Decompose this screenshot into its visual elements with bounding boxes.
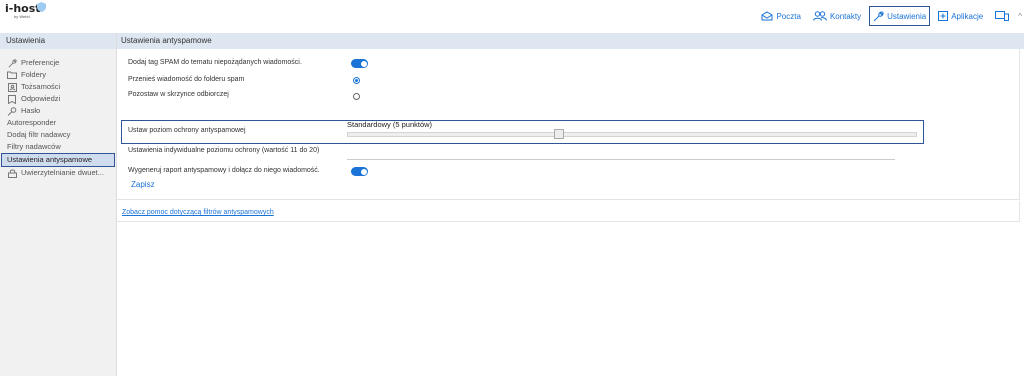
nav-settings-label: Ustawienia bbox=[887, 11, 927, 21]
mail-icon bbox=[761, 11, 773, 21]
sidebar-item-responses[interactable]: Odpowiedzi bbox=[0, 93, 116, 105]
sidebar-title: Ustawienia bbox=[0, 33, 116, 49]
note-icon bbox=[7, 94, 17, 104]
sidebar-list: Preferencje Foldery Tożsamości Odpowiedz… bbox=[0, 57, 116, 179]
help-section: Zobacz pomoc dotyczącą filtrów antyspamo… bbox=[117, 201, 1020, 222]
id-card-icon bbox=[7, 82, 17, 92]
sidebar-item-label: Filtry nadawców bbox=[7, 142, 61, 151]
page-title: Ustawienia antyspamowe bbox=[117, 33, 1024, 49]
nav-devices[interactable] bbox=[991, 7, 1016, 25]
sidebar-item-label: Preferencje bbox=[21, 58, 60, 67]
nav-contacts[interactable]: Kontakty bbox=[809, 7, 865, 25]
chevron-up-icon[interactable]: ^ bbox=[1016, 7, 1024, 25]
settings-sidebar: Ustawienia Preferencje Foldery Tożsamośc… bbox=[0, 33, 117, 376]
wrench-icon bbox=[873, 10, 884, 21]
plus-box-icon bbox=[938, 11, 949, 21]
protection-level-label: Ustaw poziom ochrony antyspamowej bbox=[128, 127, 246, 134]
logo-text: i-host bbox=[5, 2, 41, 15]
folder-icon bbox=[7, 70, 17, 80]
sidebar-item-label: Ustawienia antyspamowe bbox=[7, 155, 93, 164]
sidebar-item-label: Autoresponder bbox=[7, 118, 57, 127]
protection-level-slider-thumb[interactable] bbox=[554, 129, 565, 139]
logo[interactable]: i-host by Webd bbox=[5, 2, 46, 19]
spam-tag-label: Dodaj tag SPAM do tematu niepożądanych w… bbox=[128, 59, 302, 66]
shield-logo-icon bbox=[37, 2, 46, 12]
sidebar-item-sender-filters[interactable]: Filtry nadawców bbox=[0, 141, 116, 153]
individual-level-input[interactable] bbox=[347, 159, 895, 160]
individual-level-label: Ustawienia indywidualne poziomu ochrony … bbox=[128, 147, 320, 154]
key-icon bbox=[7, 106, 17, 116]
nav-settings[interactable]: Ustawienia bbox=[869, 6, 931, 26]
generate-report-toggle[interactable] bbox=[351, 167, 368, 176]
protection-level-slider[interactable] bbox=[347, 132, 917, 137]
wrench-icon bbox=[7, 58, 17, 68]
sidebar-item-folders[interactable]: Foldery bbox=[0, 69, 116, 81]
save-button[interactable]: Zapisz bbox=[131, 180, 155, 189]
nav-mail[interactable]: Poczta bbox=[757, 7, 804, 25]
sidebar-item-label: Hasło bbox=[21, 106, 41, 115]
sidebar-item-preferences[interactable]: Preferencje bbox=[0, 57, 116, 69]
contacts-icon bbox=[812, 11, 827, 21]
nav-contacts-label: Kontakty bbox=[829, 11, 862, 21]
sidebar-item-add-sender-filter[interactable]: Dodaj filtr nadawcy bbox=[0, 129, 116, 141]
devices-icon bbox=[995, 11, 1010, 21]
sidebar-item-identities[interactable]: Tożsamości bbox=[0, 81, 116, 93]
nav-apps[interactable]: Aplikacje bbox=[934, 7, 987, 25]
antispam-settings-panel: Dodaj tag SPAM do tematu niepożądanych w… bbox=[117, 49, 1020, 200]
sidebar-item-label: Foldery bbox=[21, 70, 47, 79]
sidebar-item-label: Odpowiedzi bbox=[21, 94, 61, 103]
lock-icon bbox=[7, 168, 17, 178]
sidebar-item-label: Tożsamości bbox=[21, 82, 61, 91]
sidebar-item-antispam-settings[interactable]: Ustawienia antyspamowe bbox=[1, 153, 115, 167]
sidebar-item-password[interactable]: Hasło bbox=[0, 105, 116, 117]
protection-level-value: Standardowy (5 punktów) bbox=[347, 120, 433, 129]
main-content: Ustawienia antyspamowe Dodaj tag SPAM do… bbox=[117, 33, 1024, 376]
top-navigation: Poczta Kontakty Ustawienia Aplikacje ^ bbox=[753, 6, 1024, 26]
sidebar-item-autoresponder[interactable]: Autoresponder bbox=[0, 117, 116, 129]
spam-tag-toggle[interactable] bbox=[351, 59, 368, 68]
nav-apps-label: Aplikacje bbox=[951, 11, 984, 21]
top-bar: i-host by Webd Poczta Kontakty Ustawieni… bbox=[0, 0, 1024, 33]
help-link[interactable]: Zobacz pomoc dotyczącą filtrów antyspamo… bbox=[122, 209, 274, 216]
move-to-spam-label: Przenieś wiadomość do folderu spam bbox=[128, 76, 245, 83]
nav-mail-label: Poczta bbox=[776, 11, 801, 21]
sidebar-item-label: Dodaj filtr nadawcy bbox=[7, 130, 71, 139]
keep-in-inbox-label: Pozostaw w skrzynce odbiorczej bbox=[128, 91, 229, 98]
move-to-spam-radio[interactable] bbox=[353, 77, 360, 84]
sidebar-item-two-factor-auth[interactable]: Uwierzytelnianie dwuet... bbox=[0, 167, 116, 179]
keep-in-inbox-radio[interactable] bbox=[353, 93, 360, 100]
generate-report-label: Wygeneruj raport antyspamowy i dołącz do… bbox=[128, 167, 320, 174]
sidebar-item-label: Uwierzytelnianie dwuet... bbox=[21, 168, 104, 177]
